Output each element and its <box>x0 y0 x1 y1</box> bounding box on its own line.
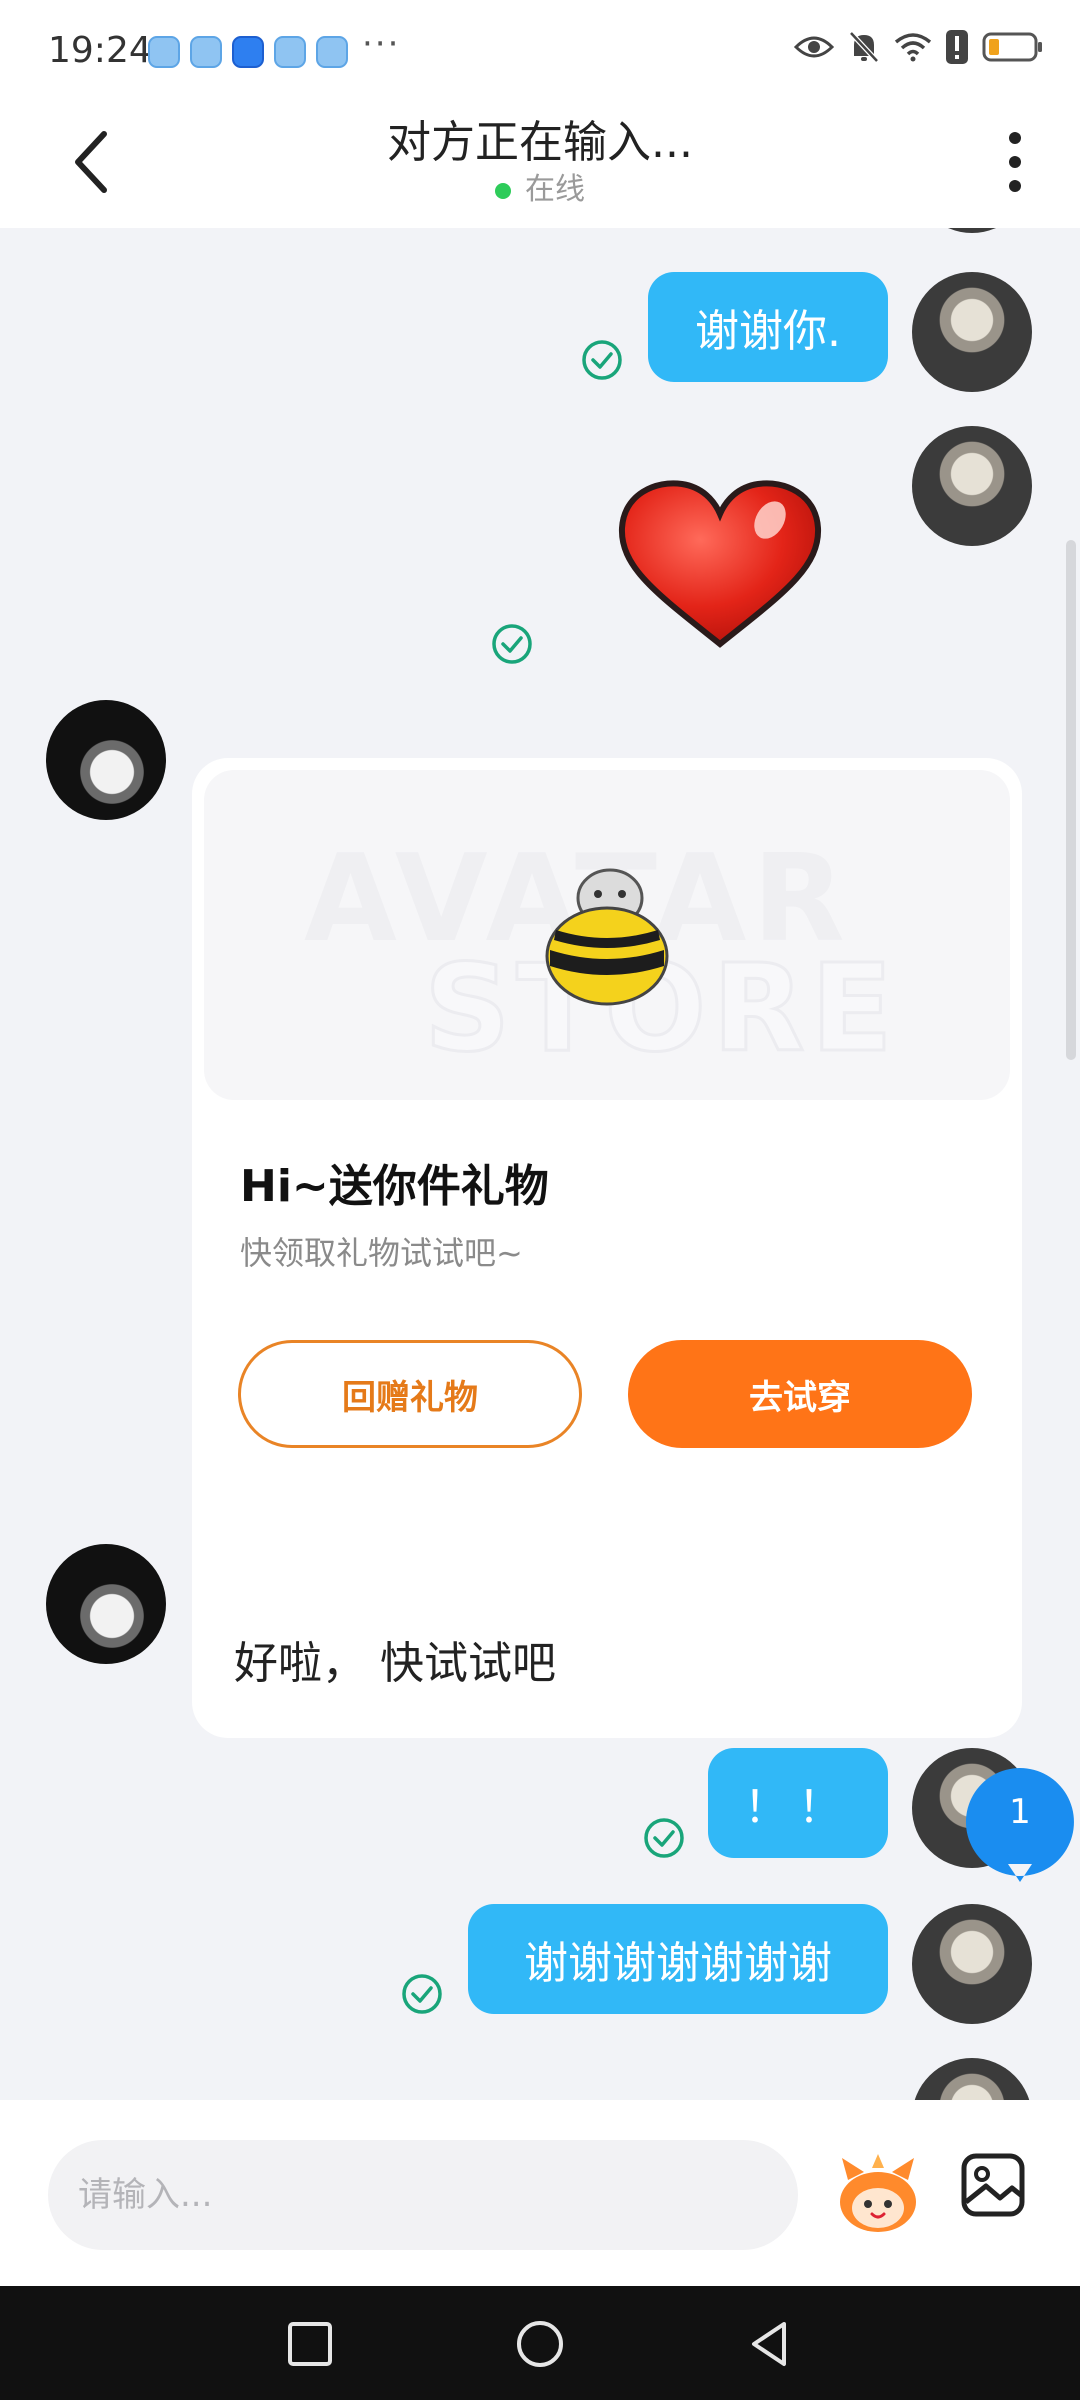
scrollbar[interactable] <box>1066 540 1076 1060</box>
gift-card-title: Hi~送你件礼物 <box>240 1161 549 1212</box>
contact-message-bubble[interactable]: 好啦， 快试试吧 <box>192 1604 636 1714</box>
read-check-icon <box>402 1974 442 2014</box>
my-avatar[interactable] <box>912 1904 1032 2024</box>
alert-icon <box>946 30 968 64</box>
online-dot-icon <box>495 182 511 199</box>
read-check-icon <box>492 624 532 664</box>
my-avatar[interactable] <box>912 272 1032 392</box>
status-icons <box>794 30 1044 64</box>
message-input[interactable] <box>48 2140 798 2250</box>
image-picker-icon[interactable] <box>960 2152 1026 2218</box>
input-bar <box>0 2100 1080 2286</box>
unread-count-badge[interactable]: 1 <box>958 1760 1080 1884</box>
eye-icon <box>794 36 834 58</box>
my-avatar[interactable] <box>912 228 1032 233</box>
system-nav-bar <box>0 2286 1080 2400</box>
chat-header: 对方正在输入... 在线 <box>0 100 1080 228</box>
gift-image: AVATAR STORE <box>204 770 1010 1100</box>
read-check-icon <box>582 340 622 380</box>
my-avatar[interactable] <box>912 426 1032 546</box>
gift-card-subtitle: 快领取礼物试试吧~ <box>240 1234 523 1272</box>
unread-count: 1 <box>1009 1792 1031 1832</box>
square-icon[interactable] <box>280 2314 340 2374</box>
status-bar: 19:24 ··· <box>0 0 1080 100</box>
app-notification-icon <box>232 36 264 68</box>
mascot-sticker-icon[interactable] <box>830 2150 926 2240</box>
my-message-bubble[interactable]: 谢谢你. <box>648 272 888 382</box>
bee-item-icon <box>545 868 669 1006</box>
contact-avatar[interactable] <box>46 1544 166 1664</box>
heart-sticker[interactable] <box>610 476 830 656</box>
app-notification-icon <box>316 36 348 68</box>
app-notification-icon <box>190 36 222 68</box>
my-message-bubble[interactable]: 谢谢谢谢谢谢谢 <box>468 1904 888 2014</box>
more-options-icon[interactable] <box>1000 126 1030 198</box>
online-status-label: 在线 <box>525 172 585 207</box>
app-notification-icon <box>274 36 306 68</box>
read-check-icon <box>644 1818 684 1858</box>
status-more-icon: ··· <box>362 24 401 64</box>
wifi-icon <box>894 33 932 62</box>
contact-avatar[interactable] <box>46 700 166 820</box>
online-status: 在线 <box>0 164 1080 208</box>
my-avatar[interactable] <box>912 2058 1032 2100</box>
return-gift-button[interactable]: 回赠礼物 <box>238 1340 582 1448</box>
bell-off-icon <box>849 31 879 63</box>
try-on-button[interactable]: 去试穿 <box>628 1340 972 1448</box>
my-message-bubble[interactable]: ！！ <box>708 1748 888 1858</box>
triangle-back-icon[interactable] <box>740 2314 800 2374</box>
circle-icon[interactable] <box>510 2314 570 2374</box>
battery-icon <box>982 32 1042 62</box>
gift-card[interactable]: AVATAR STORE Hi~送你件礼物 快领取礼物试试吧~ 回赠礼物 去试穿 <box>192 758 1022 1738</box>
chat-title: 对方正在输入... <box>387 117 693 168</box>
status-time: 19:24 <box>48 30 152 71</box>
status-app-icons <box>148 36 348 68</box>
app-notification-icon <box>148 36 180 68</box>
chat-messages[interactable]: 谢谢你. AVATAR STORE <box>0 228 1080 2100</box>
